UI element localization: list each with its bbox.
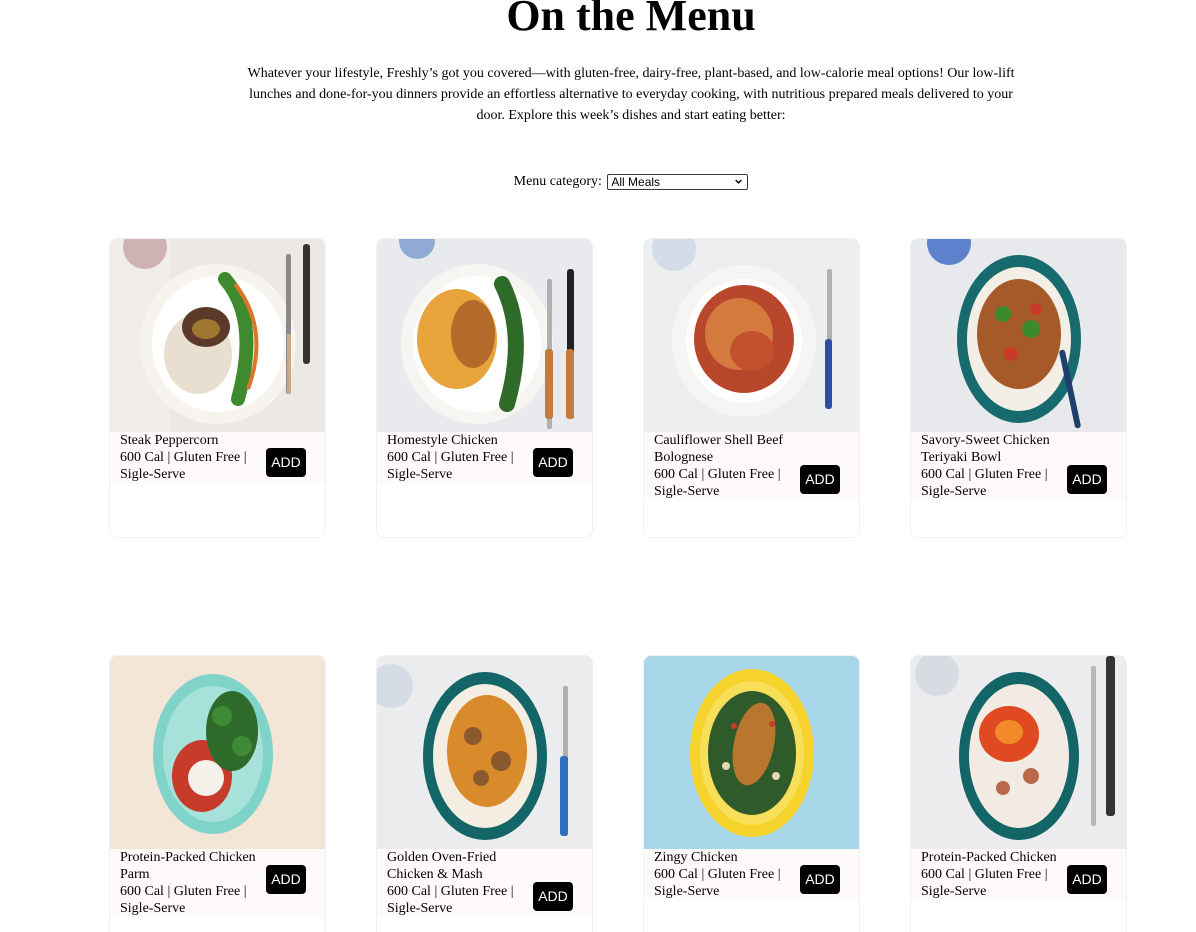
intro-text: Whatever your lifestyle, Freshly’s got y… [247, 66, 1015, 123]
meal-photo [911, 239, 1126, 432]
meal-details: 600 Cal | Gluten Free | Sigle-Serve [921, 867, 1048, 899]
meal-photo [644, 656, 859, 849]
add-button[interactable]: ADD [266, 865, 306, 894]
meal-name: Steak Peppercorn [120, 433, 219, 448]
chevron-down-icon [735, 179, 743, 184]
menu-category-label: Menu category: [513, 174, 602, 189]
meal-card: Cauliflower Shell Beef Bolognese 600 Cal… [643, 238, 860, 538]
meal-card: Protein-Packed Chicken 600 Cal | Gluten … [910, 655, 1127, 932]
meal-details: 600 Cal | Gluten Free | Sigle-Serve [387, 884, 514, 916]
meal-card: Savory-Sweet Chicken Teriyaki Bowl 600 C… [910, 238, 1127, 538]
meal-details: 600 Cal | Gluten Free | Sigle-Serve [921, 467, 1048, 499]
meal-details: 600 Cal | Gluten Free | Sigle-Serve [654, 467, 781, 499]
add-button[interactable]: ADD [800, 465, 840, 494]
meal-name: Protein-Packed Chicken Parm [120, 850, 256, 882]
meal-card: Homestyle Chicken 600 Cal | Gluten Free … [376, 238, 593, 538]
meal-info: Zingy Chicken 600 Cal | Gluten Free | Si… [644, 849, 859, 900]
meal-card: Zingy Chicken 600 Cal | Gluten Free | Si… [643, 655, 860, 932]
add-button[interactable]: ADD [1067, 865, 1107, 894]
meal-info: Cauliflower Shell Beef Bolognese 600 Cal… [644, 432, 859, 500]
meal-photo [377, 239, 592, 432]
meal-photo [644, 239, 859, 432]
meal-card: Steak Peppercorn 600 Cal | Gluten Free |… [109, 238, 326, 538]
meal-photo [911, 656, 1126, 849]
add-button[interactable]: ADD [1067, 465, 1107, 494]
meal-info: Protein-Packed Chicken 600 Cal | Gluten … [911, 849, 1126, 900]
add-button[interactable]: ADD [266, 448, 306, 477]
page-title: On the Menu [506, 0, 756, 40]
meal-info: Homestyle Chicken 600 Cal | Gluten Free … [377, 432, 592, 483]
meal-details: 600 Cal | Gluten Free | Sigle-Serve [387, 450, 514, 482]
meal-info: Protein-Packed Chicken Parm 600 Cal | Gl… [110, 849, 325, 917]
menu-category-select[interactable]: All Meals [607, 174, 749, 190]
meal-photo [110, 239, 325, 432]
meal-details: 600 Cal | Gluten Free | Sigle-Serve [654, 867, 781, 899]
meal-card: Protein-Packed Chicken Parm 600 Cal | Gl… [109, 655, 326, 932]
menu-category-selected: All Meals [611, 175, 661, 189]
meal-name: Golden Oven-Fried Chicken & Mash [387, 850, 497, 882]
add-button[interactable]: ADD [533, 882, 573, 911]
add-button[interactable]: ADD [800, 865, 840, 894]
meal-photo [110, 656, 325, 849]
meal-name: Zingy Chicken [654, 850, 738, 865]
meal-name: Savory-Sweet Chicken Teriyaki Bowl [921, 433, 1050, 465]
meal-name: Protein-Packed Chicken [921, 850, 1057, 865]
meal-name: Homestyle Chicken [387, 433, 498, 448]
add-button[interactable]: ADD [533, 448, 573, 477]
meal-card: Golden Oven-Fried Chicken & Mash 600 Cal… [376, 655, 593, 932]
meal-info: Savory-Sweet Chicken Teriyaki Bowl 600 C… [911, 432, 1126, 500]
menu-category-filter: Menu category: All Meals [0, 173, 1196, 191]
meal-photo [377, 656, 592, 849]
meal-info: Steak Peppercorn 600 Cal | Gluten Free |… [110, 432, 325, 483]
meal-name: Cauliflower Shell Beef Bolognese [654, 433, 784, 465]
meal-details: 600 Cal | Gluten Free | Sigle-Serve [120, 884, 247, 916]
meal-info: Golden Oven-Fried Chicken & Mash 600 Cal… [377, 849, 592, 917]
meal-details: 600 Cal | Gluten Free | Sigle-Serve [120, 450, 247, 482]
